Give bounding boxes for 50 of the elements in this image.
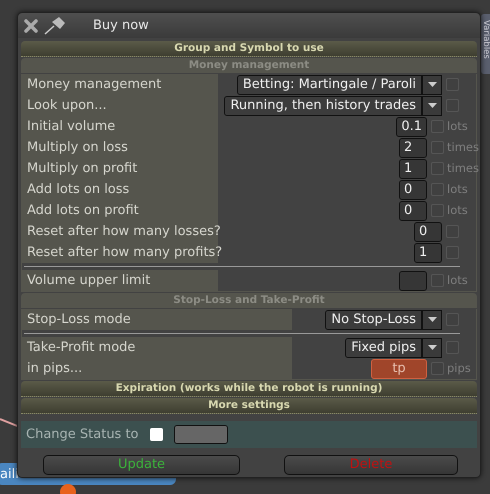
- field-label: Take-Profit mode: [22, 337, 292, 358]
- field-label: Volume upper limit: [22, 270, 218, 291]
- window-title: Buy now: [93, 16, 149, 35]
- dropdown[interactable]: Betting: Martingale / Paroli: [236, 74, 422, 94]
- caret-icon: [428, 345, 436, 350]
- field-label: Add lots on loss: [22, 179, 218, 200]
- number-field[interactable]: 1: [414, 242, 442, 262]
- number-field[interactable]: 0: [414, 222, 442, 242]
- update-button[interactable]: Update: [43, 455, 240, 475]
- number-field[interactable]: tp: [371, 358, 427, 378]
- field-label: Multiply on profit: [22, 158, 218, 179]
- status-label: Change Status to: [26, 426, 140, 444]
- unit-label: times: [447, 138, 477, 156]
- pin-icon[interactable]: [43, 16, 67, 36]
- field-label: Initial volume: [22, 116, 218, 137]
- field-label: Add lots on profit: [22, 200, 218, 221]
- unit-label: lots: [447, 180, 469, 198]
- dropdown[interactable]: Running, then history trades: [224, 96, 422, 116]
- section-header[interactable]: More settings: [21, 398, 477, 414]
- number-field[interactable]: 0: [399, 200, 427, 220]
- dropdown[interactable]: Fixed pips: [345, 338, 422, 358]
- number-field[interactable]: 1: [399, 158, 427, 178]
- unit-label: lots: [447, 118, 469, 135]
- unit-label: lots: [447, 202, 469, 219]
- number-field[interactable]: [399, 270, 427, 290]
- number-field[interactable]: 0.1: [396, 116, 427, 136]
- number-field[interactable]: 2: [399, 138, 427, 158]
- field-label: Stop-Loss mode: [22, 309, 292, 330]
- dropdown-button[interactable]: [422, 74, 442, 94]
- dropdown-button[interactable]: [422, 96, 442, 116]
- field-label: Multiply on loss: [22, 137, 218, 158]
- section-header[interactable]: Expiration (works while the robot is running): [21, 381, 477, 397]
- caret-icon: [428, 103, 436, 108]
- dropdown-button[interactable]: [422, 338, 442, 358]
- dropdown-button[interactable]: [422, 310, 442, 330]
- field-label: Reset after how many losses?: [22, 221, 218, 242]
- dropdown[interactable]: No Stop-Loss: [325, 310, 422, 330]
- close-icon[interactable]: [23, 18, 39, 34]
- section-header[interactable]: Group and Symbol to use: [21, 41, 477, 57]
- unit-label: lots: [447, 272, 469, 289]
- field-label: Look upon...: [22, 95, 218, 116]
- field-label: Money management: [22, 74, 218, 95]
- unit-label: times: [447, 160, 477, 177]
- field-label: in pips...: [22, 358, 292, 379]
- caret-icon: [428, 82, 436, 87]
- status-field[interactable]: [174, 425, 228, 444]
- caret-icon: [428, 317, 436, 322]
- number-field[interactable]: 0: [399, 180, 427, 200]
- checkbox[interactable]: [150, 428, 163, 441]
- unit-label: pips: [447, 360, 472, 377]
